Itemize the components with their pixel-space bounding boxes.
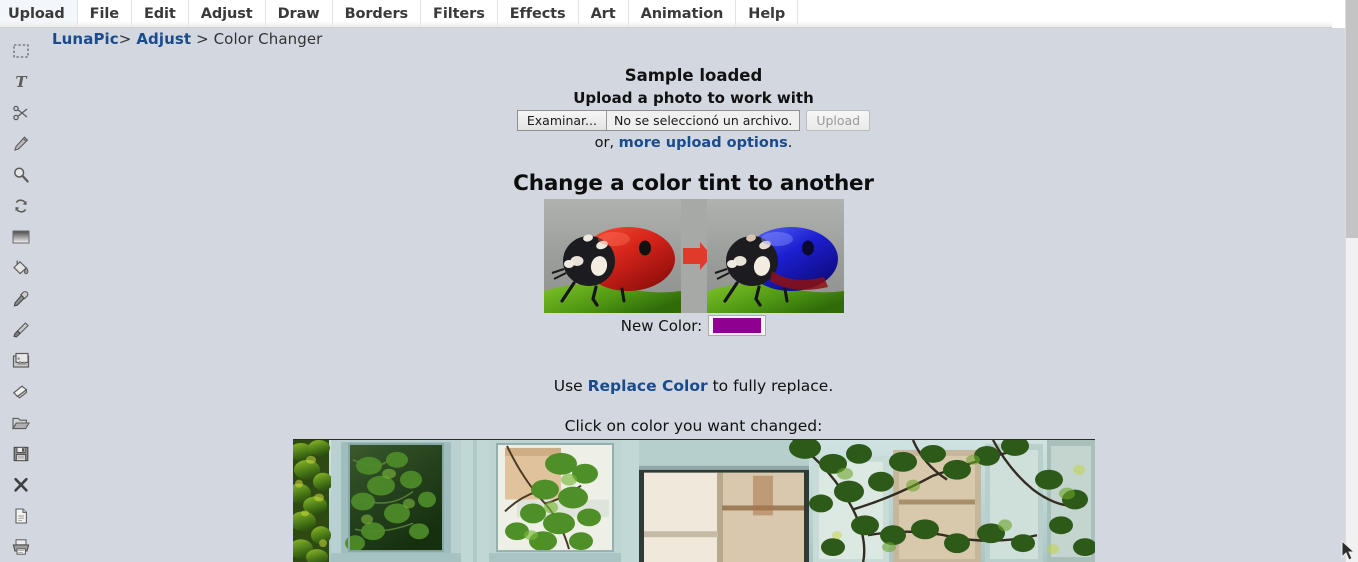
tool-open[interactable] bbox=[0, 407, 42, 438]
menubar-right-filler bbox=[1332, 0, 1345, 28]
file-input[interactable]: Examinar... No se seleccionó un archivo. bbox=[516, 110, 801, 131]
work-image-canvas[interactable] bbox=[292, 439, 1095, 562]
eyedropper-icon bbox=[12, 290, 30, 308]
demo-image-container bbox=[42, 199, 1345, 313]
app-root: Upload File Edit Adjust Draw Borders Filters Ef… bbox=[0, 0, 1358, 562]
scissors-icon bbox=[12, 104, 30, 122]
paintbrush-icon bbox=[12, 321, 30, 339]
replace-suffix-text: to fully replace. bbox=[707, 377, 834, 395]
tool-zoom[interactable] bbox=[0, 159, 42, 190]
replace-color-hint: Use Replace Color to fully replace. bbox=[42, 377, 1345, 395]
selection-marquee-icon bbox=[12, 42, 30, 60]
menu-help[interactable]: Help bbox=[736, 0, 799, 27]
tool-selection[interactable] bbox=[0, 35, 42, 66]
tool-eraser[interactable] bbox=[0, 376, 42, 407]
tool-brush[interactable] bbox=[0, 314, 42, 345]
page-scrollbar-track[interactable] bbox=[1345, 0, 1358, 562]
work-image-container bbox=[42, 439, 1345, 562]
menu-file[interactable]: File bbox=[78, 0, 132, 27]
browse-button[interactable]: Examinar... bbox=[517, 111, 607, 130]
new-document-icon bbox=[12, 507, 30, 525]
replace-prefix-text: Use bbox=[553, 377, 588, 395]
rotate-icon bbox=[12, 197, 30, 215]
tool-print[interactable] bbox=[0, 531, 42, 562]
menu-effects[interactable]: Effects bbox=[498, 0, 579, 27]
tool-text[interactable]: T bbox=[0, 66, 42, 97]
tool-crop-cut[interactable] bbox=[0, 97, 42, 128]
upload-button[interactable]: Upload bbox=[806, 110, 871, 131]
more-upload-period: . bbox=[787, 135, 793, 151]
sample-loaded-status: Sample loaded bbox=[624, 66, 763, 85]
more-upload-options-line: or, more upload options. bbox=[42, 135, 1345, 151]
tool-clone[interactable] bbox=[0, 345, 42, 376]
new-color-swatch[interactable] bbox=[713, 318, 762, 333]
more-upload-options-link[interactable]: more upload options bbox=[619, 135, 788, 151]
breadcrumb-separator-1: > bbox=[118, 30, 132, 48]
eraser-icon bbox=[11, 383, 31, 401]
breadcrumb-separator-2: > bbox=[196, 30, 209, 48]
new-color-label: New Color: bbox=[620, 316, 703, 335]
open-folder-icon bbox=[11, 414, 31, 432]
menu-draw[interactable]: Draw bbox=[266, 0, 333, 27]
new-color-picker[interactable] bbox=[708, 315, 767, 336]
tool-close[interactable] bbox=[0, 469, 42, 500]
menu-art[interactable]: Art bbox=[579, 0, 629, 27]
main-menu-bar: Upload File Edit Adjust Draw Borders Filters Ef… bbox=[0, 0, 1345, 28]
close-x-icon bbox=[12, 476, 30, 494]
breadcrumb-home-link[interactable]: LunaPic bbox=[52, 30, 119, 48]
svg-text:T: T bbox=[15, 73, 28, 91]
menu-animation[interactable]: Animation bbox=[629, 0, 737, 27]
selected-file-name: No se seleccionó un archivo. bbox=[606, 111, 800, 130]
tool-rotate[interactable] bbox=[0, 190, 42, 221]
page-content: LunaPic> Adjust > Color Changer Sample l… bbox=[42, 29, 1345, 562]
menu-edit[interactable]: Edit bbox=[132, 0, 189, 27]
tools-sidebar: T bbox=[0, 29, 42, 562]
page-scrollbar-thumb[interactable] bbox=[1346, 0, 1358, 238]
tool-pencil[interactable] bbox=[0, 128, 42, 159]
printer-icon bbox=[11, 538, 31, 556]
breadcrumb-adjust-link[interactable]: Adjust bbox=[136, 30, 191, 48]
tool-save[interactable] bbox=[0, 438, 42, 469]
menu-filters[interactable]: Filters bbox=[421, 0, 498, 27]
floppy-save-icon bbox=[12, 445, 30, 463]
menu-borders[interactable]: Borders bbox=[333, 0, 422, 27]
menu-upload[interactable]: Upload bbox=[0, 0, 78, 27]
breadcrumb: LunaPic> Adjust > Color Changer bbox=[52, 30, 322, 48]
or-prefix: or, bbox=[594, 135, 619, 151]
magnifier-icon bbox=[12, 166, 30, 184]
new-color-row: New Color: bbox=[42, 315, 1345, 336]
pencil-icon bbox=[12, 135, 30, 153]
replace-color-link[interactable]: Replace Color bbox=[588, 377, 708, 395]
text-icon: T bbox=[12, 73, 30, 91]
paint-bucket-icon bbox=[11, 259, 31, 277]
clone-stamp-icon bbox=[11, 352, 31, 370]
menu-adjust[interactable]: Adjust bbox=[189, 0, 266, 27]
color-change-demo-image bbox=[543, 199, 844, 313]
tool-gradient[interactable] bbox=[0, 221, 42, 252]
click-instruction: Click on color you want changed: bbox=[564, 417, 823, 435]
tool-new[interactable] bbox=[0, 500, 42, 531]
upload-form: Examinar... No se seleccionó un archivo.… bbox=[42, 110, 1345, 131]
gradient-icon bbox=[11, 228, 31, 246]
tool-color-picker[interactable] bbox=[0, 283, 42, 314]
upload-subtitle: Upload a photo to work with bbox=[573, 89, 814, 107]
tool-fill[interactable] bbox=[0, 252, 42, 283]
page-title: Change a color tint to another bbox=[513, 171, 874, 196]
breadcrumb-current-page: Color Changer bbox=[213, 30, 323, 48]
